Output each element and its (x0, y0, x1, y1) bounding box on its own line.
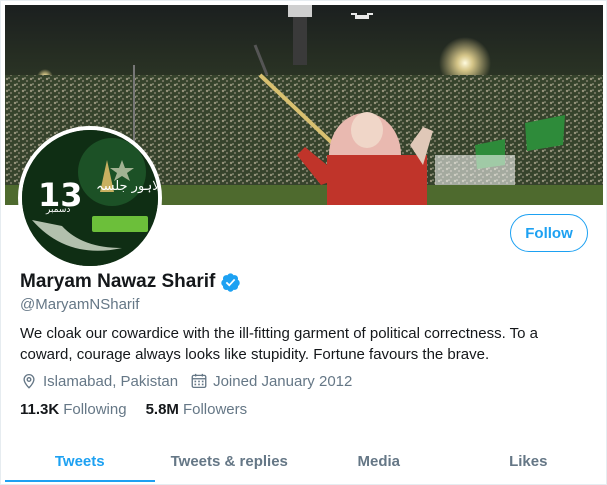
profile-tabs: Tweets Tweets & replies Media Likes (5, 437, 604, 484)
profile-meta: Islamabad, Pakistan Joined January 2012 (20, 372, 364, 390)
followers-link[interactable]: 5.8M Followers (146, 401, 248, 418)
following-label: Following (63, 401, 127, 418)
tab-media[interactable]: Media (304, 437, 454, 484)
location-pin-icon (23, 374, 35, 389)
tab-likes[interactable]: Likes (454, 437, 604, 484)
profile-avatar[interactable]: 13 لاہور جلسہ دسمبر (18, 126, 162, 270)
followers-label: Followers (182, 401, 248, 418)
profile-location: Islamabad, Pakistan (20, 372, 178, 390)
joined-text: Joined January 2012 (213, 372, 353, 390)
profile-joined: Joined January 2012 (190, 372, 352, 390)
profile-name-row: Maryam Nawaz Sharif (20, 271, 241, 293)
profile-stats: 11.3K Following 5.8M Followers (20, 401, 266, 418)
calendar-icon (191, 373, 207, 389)
profile-bio: We cloak our cowardice with the ill-fitt… (20, 325, 539, 363)
followers-count: 5.8M (145, 401, 179, 418)
avatar-urdu-top: لاہور جلسہ (96, 179, 158, 194)
follow-button[interactable]: Follow (510, 214, 588, 252)
tab-tweets-and-replies[interactable]: Tweets & replies (155, 437, 305, 484)
location-text: Islamabad, Pakistan (43, 372, 179, 390)
profile-name[interactable]: Maryam Nawaz Sharif (20, 271, 215, 293)
following-count: 11.3K (20, 401, 60, 418)
profile-card: 13 لاہور جلسہ دسمبر Follow Maryam Nawaz … (0, 0, 607, 485)
tab-tweets[interactable]: Tweets (5, 437, 155, 484)
profile-handle: @MaryamNSharif (20, 296, 140, 313)
following-link[interactable]: 11.3K Following (20, 401, 127, 418)
verified-badge-icon (220, 272, 241, 293)
avatar-urdu-bottom: دسمبر (45, 205, 70, 215)
avatar-logo: 13 لاہور جلسہ دسمبر (22, 130, 158, 266)
